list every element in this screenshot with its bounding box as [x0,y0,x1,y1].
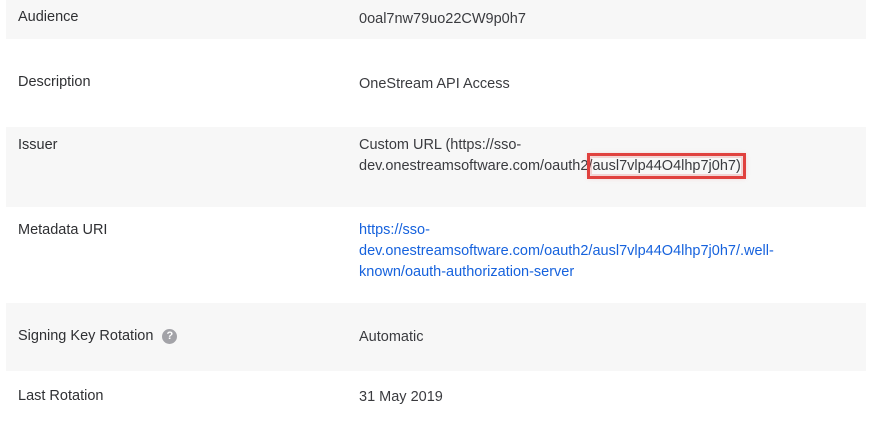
description-row: Description OneStream API Access [6,39,866,127]
help-icon[interactable]: ? [162,329,178,344]
metadata-uri-value: https://sso- dev.onestreamsoftware.com/o… [359,220,871,283]
description-value: OneStream API Access [359,76,510,92]
issuer-line-2: dev.onestreamsoftware.com/oauth2/ausl7vl… [359,153,871,179]
last-rotation-row: Last Rotation 31 May 2019 [6,371,866,423]
audience-label: Audience [18,9,79,25]
issuer-line-1: Custom URL (https://sso- [359,137,522,153]
metadata-uri-line-1: https://sso- [359,222,430,238]
metadata-uri-line-2: dev.onestreamsoftware.com/oauth2/ausl7vl… [359,243,774,259]
metadata-uri-line-3: known/oauth-authorization-server [359,264,575,280]
metadata-uri-link[interactable]: https://sso- dev.onestreamsoftware.com/o… [359,222,774,280]
issuer-id-highlight-box: ausl7vlp44O4lhp7j0h7) [587,153,746,179]
signing-key-rotation-label: Signing Key Rotation [18,328,154,344]
metadata-uri-row: Metadata URI https://sso- dev.onestreams… [6,207,866,303]
signing-key-rotation-row: Signing Key Rotation? Automatic [6,303,866,371]
audience-value: 0oal7nw79uo22CW9p0h7 [359,11,526,27]
signing-key-rotation-label-group: Signing Key Rotation? [18,328,178,344]
last-rotation-label: Last Rotation [18,388,104,404]
issuer-url-prefix: dev.onestreamsoftware.com/oauth2/ [359,158,593,174]
signing-key-rotation-value: Automatic [359,329,424,345]
description-label: Description [18,74,91,90]
authorization-server-settings-panel: Audience 0oal7nw79uo22CW9p0h7 Descriptio… [0,0,871,423]
issuer-row: Issuer Custom URL (https://sso- dev.ones… [6,127,866,207]
audience-row: Audience 0oal7nw79uo22CW9p0h7 [6,0,866,39]
issuer-label: Issuer [18,137,58,153]
metadata-uri-label: Metadata URI [18,222,108,238]
last-rotation-value: 31 May 2019 [359,389,443,405]
issuer-value: Custom URL (https://sso- dev.onestreamso… [359,135,871,179]
